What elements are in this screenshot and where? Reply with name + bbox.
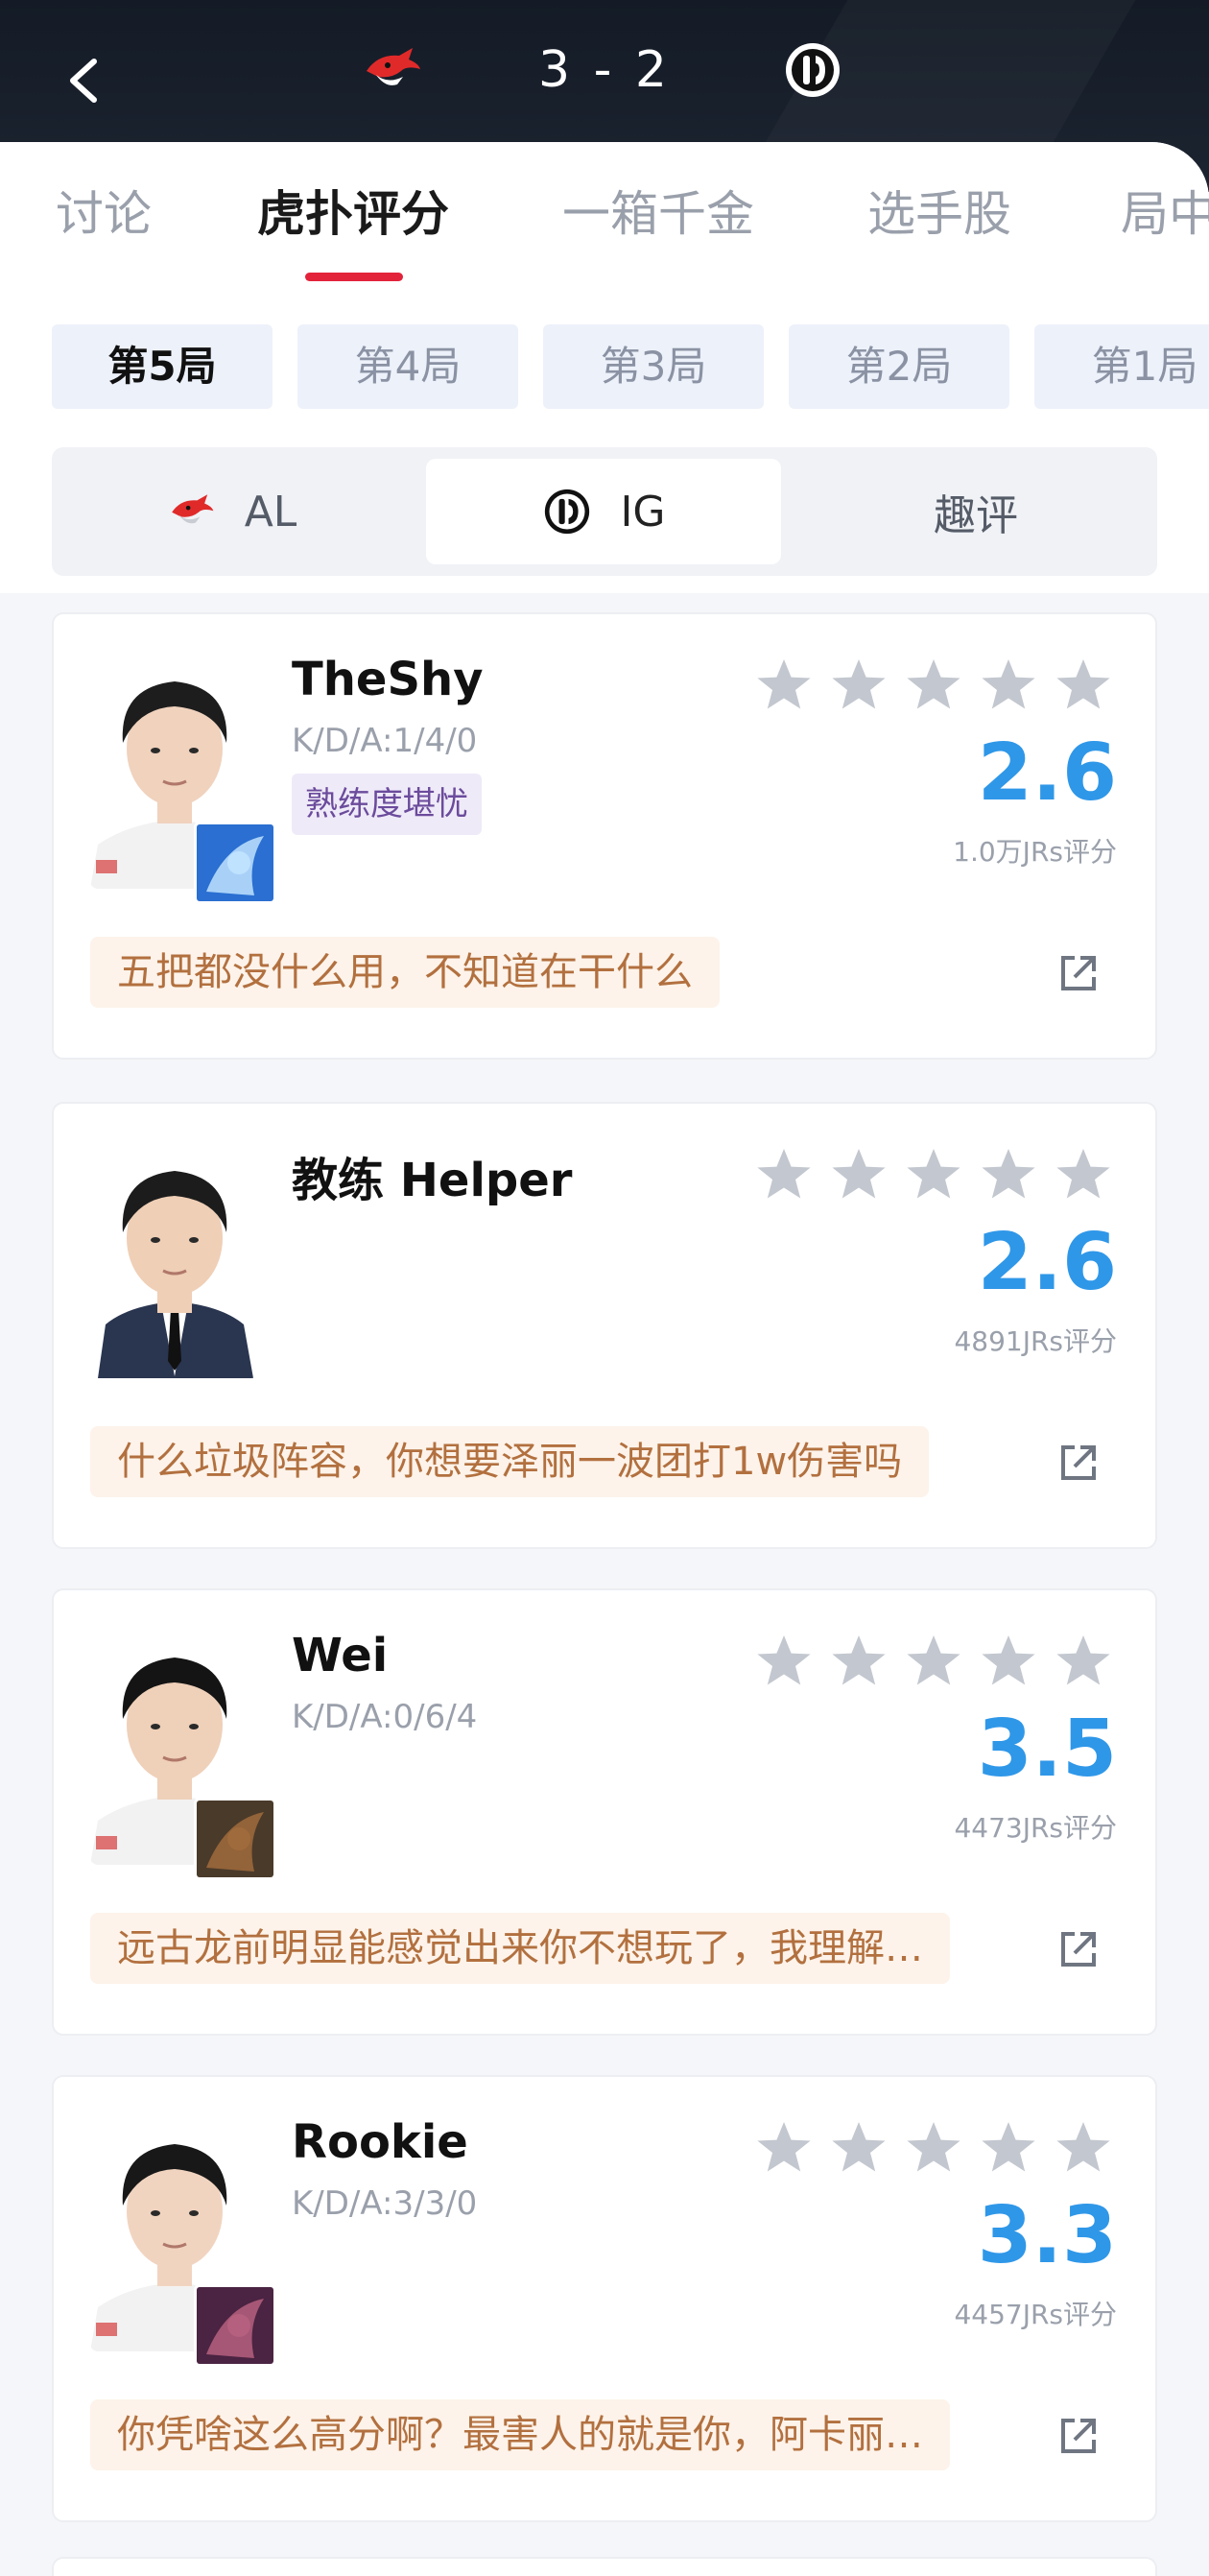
page: 3 - 2 讨论 虎扑评分 一箱千金 选手股 局中 第5局 第4局 第3局 第2… — [0, 0, 1209, 2576]
champion-icon — [194, 1798, 276, 1880]
player-card[interactable]: Rookie K/D/A:3/3/0 3.3 4457JRs评分 你凭啥这么高分… — [52, 2075, 1157, 2522]
segment-label: AL — [244, 487, 297, 537]
match-score: 3 - 2 — [538, 41, 671, 99]
star-icon[interactable] — [829, 656, 889, 714]
top-tabs: 讨论 虎扑评分 一箱千金 选手股 局中 — [0, 180, 1209, 281]
player-avatar — [90, 1136, 259, 1378]
star-icon[interactable] — [979, 1146, 1038, 1204]
star-icon[interactable] — [754, 1633, 814, 1690]
star-icon[interactable] — [829, 1633, 889, 1690]
star-icon[interactable] — [979, 2119, 1038, 2177]
average-rating: 2.6 — [977, 727, 1117, 819]
star-icon[interactable] — [1054, 1633, 1113, 1690]
star-icon[interactable] — [904, 656, 963, 714]
player-name: TheShy — [292, 653, 484, 706]
rating-count: 1.0万JRs评分 — [953, 836, 1117, 868]
star-icon[interactable] — [1054, 656, 1113, 714]
chevron-left-icon — [70, 59, 97, 103]
top-comment[interactable]: 五把都没什么用，不知道在干什么 — [90, 937, 720, 1008]
star-rating-input[interactable] — [754, 1146, 1113, 1204]
game-chip-4[interactable]: 第4局 — [297, 324, 518, 409]
external-link-icon[interactable] — [1055, 1926, 1102, 1972]
player-name: Rookie — [292, 2115, 468, 2169]
player-kda: K/D/A:1/4/0 — [292, 722, 478, 760]
segment-label: 趣评 — [934, 491, 1018, 540]
tab-player-stock[interactable]: 选手股 — [867, 180, 1011, 248]
segment-team-al[interactable]: AL — [54, 459, 409, 564]
al-shark-logo-icon — [171, 494, 214, 524]
external-link-icon[interactable] — [1055, 1440, 1102, 1486]
star-icon[interactable] — [904, 1146, 963, 1204]
tab-discussion[interactable]: 讨论 — [56, 180, 152, 248]
star-rating-input[interactable] — [754, 1633, 1113, 1690]
filter-area: 讨论 虎扑评分 一箱千金 选手股 局中 第5局 第4局 第3局 第2局 第1局 — [0, 142, 1209, 593]
tab-in-game[interactable]: 局中 — [1121, 180, 1209, 248]
player-kda: K/D/A:0/6/4 — [292, 1698, 478, 1736]
back-button[interactable] — [56, 50, 109, 107]
rating-count: 4891JRs评分 — [954, 1325, 1117, 1357]
segment-fun-comments[interactable]: 趣评 — [798, 459, 1153, 564]
tab-hupu-rating[interactable]: 虎扑评分 — [257, 180, 449, 248]
game-selector: 第5局 第4局 第3局 第2局 第1局 — [0, 324, 1209, 409]
player-name: Wei — [292, 1629, 389, 1682]
al-shark-logo-icon — [359, 36, 426, 104]
star-icon[interactable] — [754, 2119, 814, 2177]
ig-logo-icon — [545, 489, 590, 535]
top-comment[interactable]: 你凭啥这么高分啊？最害人的就是你，阿卡丽… — [90, 2399, 950, 2470]
star-rating-input[interactable] — [754, 656, 1113, 714]
rating-count: 4473JRs评分 — [954, 1812, 1117, 1844]
game-chip-5[interactable]: 第5局 — [52, 324, 273, 409]
segment-team-ig[interactable]: IG — [426, 459, 781, 564]
player-card[interactable]: 教练 Helper 2.6 4891JRs评分 什么垃圾阵容，你想要泽丽一波团打… — [52, 1102, 1157, 1549]
external-link-icon[interactable] — [1055, 2413, 1102, 2459]
tab-treasure-box[interactable]: 一箱千金 — [562, 180, 754, 248]
player-card[interactable]: Wei K/D/A:0/6/4 3.5 4473JRs评分 远古龙前明显能感觉出… — [52, 1588, 1157, 2036]
player-kda: K/D/A:3/3/0 — [292, 2184, 478, 2223]
player-card[interactable]: TheShy K/D/A:1/4/0 熟练度堪忧 2.6 1.0万JRs评分 五… — [52, 612, 1157, 1060]
star-icon[interactable] — [1054, 1146, 1113, 1204]
average-rating: 2.6 — [977, 1217, 1117, 1308]
top-comment[interactable]: 远古龙前明显能感觉出来你不想玩了，我理解… — [90, 1913, 950, 1984]
team-segment-control: AL IG 趣评 — [52, 447, 1157, 576]
star-icon[interactable] — [904, 2119, 963, 2177]
game-chip-3[interactable]: 第3局 — [543, 324, 764, 409]
star-rating-input[interactable] — [754, 2119, 1113, 2177]
average-rating: 3.3 — [977, 2190, 1117, 2281]
champion-icon — [194, 2284, 276, 2367]
segment-label: IG — [620, 487, 666, 537]
star-icon[interactable] — [829, 1146, 889, 1204]
average-rating: 3.5 — [977, 1704, 1117, 1795]
top-comment[interactable]: 什么垃圾阵容，你想要泽丽一波团打1w伤害吗 — [90, 1426, 930, 1497]
star-icon[interactable] — [979, 1633, 1038, 1690]
rating-count: 4457JRs评分 — [954, 2299, 1117, 2330]
star-icon[interactable] — [754, 656, 814, 714]
champion-icon — [194, 822, 276, 904]
star-icon[interactable] — [1054, 2119, 1113, 2177]
star-icon[interactable] — [979, 656, 1038, 714]
game-chip-1[interactable]: 第1局 — [1034, 324, 1209, 409]
ig-logo-icon — [779, 36, 846, 104]
star-icon[interactable] — [829, 2119, 889, 2177]
star-icon[interactable] — [904, 1633, 963, 1690]
external-link-icon[interactable] — [1055, 950, 1102, 996]
game-chip-2[interactable]: 第2局 — [789, 324, 1009, 409]
player-name: 教练 Helper — [292, 1154, 573, 1207]
player-card[interactable] — [52, 2557, 1157, 2576]
star-icon[interactable] — [754, 1146, 814, 1204]
player-tag: 熟练度堪忧 — [292, 774, 482, 835]
active-tab-indicator — [305, 273, 403, 281]
